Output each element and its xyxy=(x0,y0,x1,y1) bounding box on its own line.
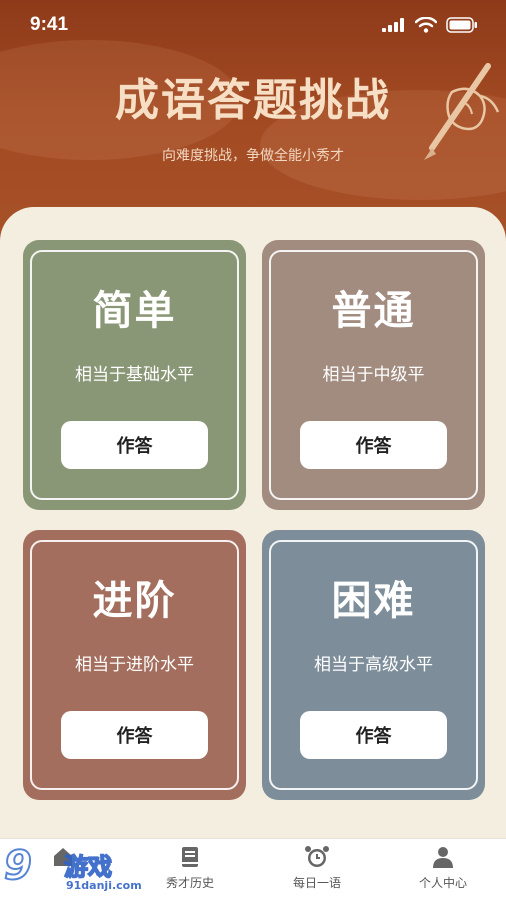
answer-button[interactable]: 作答 xyxy=(300,711,447,759)
tab-label: 个人中心 xyxy=(418,876,467,890)
answer-button[interactable]: 作答 xyxy=(61,711,208,759)
level-card: 简单 相当于基础水平 作答 xyxy=(23,240,246,510)
status-bar: 9:41 xyxy=(0,0,506,50)
battery-icon xyxy=(446,17,477,33)
brush-hand-icon xyxy=(424,63,500,160)
level-card: 进阶 相当于进阶水平 作答 xyxy=(23,530,246,800)
watermark-domain: 91danji.com xyxy=(66,879,142,892)
level-name: 困难 xyxy=(331,578,416,624)
status-time: 9:41 xyxy=(30,14,69,35)
tab-daily-quote[interactable]: 每日一语 xyxy=(262,845,372,891)
status-icons xyxy=(382,17,478,33)
level-description: 相当于基础水平 xyxy=(75,365,194,385)
level-name: 简单 xyxy=(92,288,177,334)
level-name: 普通 xyxy=(331,288,416,334)
level-name: 进阶 xyxy=(92,578,177,624)
level-card: 困难 相当于高级水平 作答 xyxy=(262,530,485,800)
tab-history[interactable]: 秀才历史 xyxy=(135,845,245,891)
answer-button[interactable]: 作答 xyxy=(61,421,208,469)
tab-profile[interactable]: 个人中心 xyxy=(388,845,498,891)
signal-icon xyxy=(382,18,404,32)
alarm-clock-icon xyxy=(305,846,329,867)
person-icon xyxy=(433,847,453,868)
tab-label: 每日一语 xyxy=(292,876,341,890)
level-card: 普通 相当于中级平 作答 xyxy=(262,240,485,510)
watermark-text: 游戏 xyxy=(63,852,113,882)
answer-button[interactable]: 作答 xyxy=(300,421,447,469)
book-icon xyxy=(182,847,198,867)
level-description: 相当于中级平 xyxy=(322,365,425,385)
watermark-logo: 9 游戏 91danji.com xyxy=(0,842,142,900)
level-description: 相当于高级水平 xyxy=(314,655,433,675)
level-panel: 简单 相当于基础水平 作答 普通 相当于中级平 作答 进阶 相当于进阶水平 作答… xyxy=(0,207,506,847)
level-description: 相当于进阶水平 xyxy=(75,655,194,675)
wifi-icon xyxy=(415,17,437,33)
watermark-number: 9 xyxy=(3,842,33,890)
tab-label: 秀才历史 xyxy=(165,876,214,890)
